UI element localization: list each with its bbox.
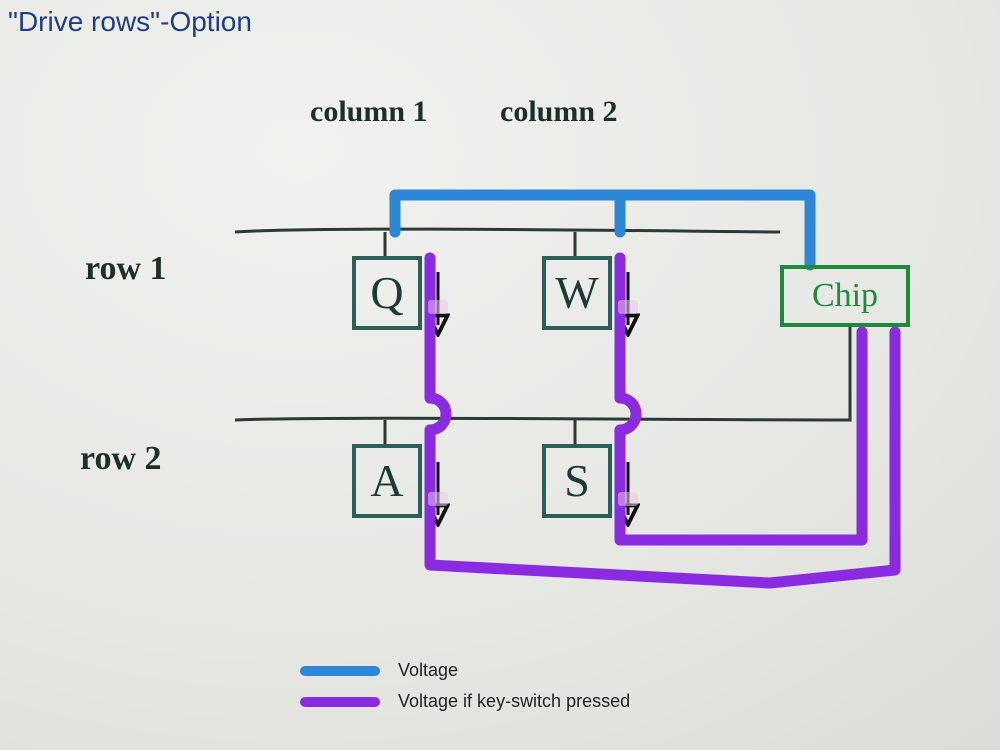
key-q-label: Q (370, 270, 403, 316)
pressed-col2-hop (620, 398, 636, 430)
legend: Voltage Voltage if key-switch pressed (300, 660, 630, 722)
legend-row-voltage: Voltage (300, 660, 630, 681)
pressed-col1-hop (430, 398, 446, 430)
chip-label: Chip (812, 277, 878, 315)
key-s-label: S (564, 458, 590, 504)
column-1-label: column 1 (310, 95, 428, 129)
key-s: S (542, 444, 612, 518)
key-a: A (352, 444, 422, 518)
key-a-label: A (370, 458, 403, 504)
chip-box: Chip (780, 265, 910, 327)
key-w-label: W (555, 270, 598, 316)
legend-row-pressed: Voltage if key-switch pressed (300, 691, 630, 712)
key-w: W (542, 256, 612, 330)
legend-label-voltage: Voltage (398, 660, 458, 681)
row2-wire (235, 327, 850, 420)
column-2-label: column 2 (500, 95, 618, 129)
row-1-label: row 1 (85, 250, 167, 288)
key-q: Q (352, 256, 422, 330)
voltage-line (395, 195, 810, 265)
legend-swatch-voltage (300, 666, 380, 676)
diagram-page: "Drive rows"-Option column 1 column 2 ro… (0, 0, 1000, 750)
legend-label-pressed: Voltage if key-switch pressed (398, 691, 630, 712)
page-title: "Drive rows"-Option (8, 6, 252, 38)
legend-swatch-pressed (300, 697, 380, 707)
row-2-label: row 2 (80, 440, 162, 478)
row1-wire (235, 229, 780, 232)
